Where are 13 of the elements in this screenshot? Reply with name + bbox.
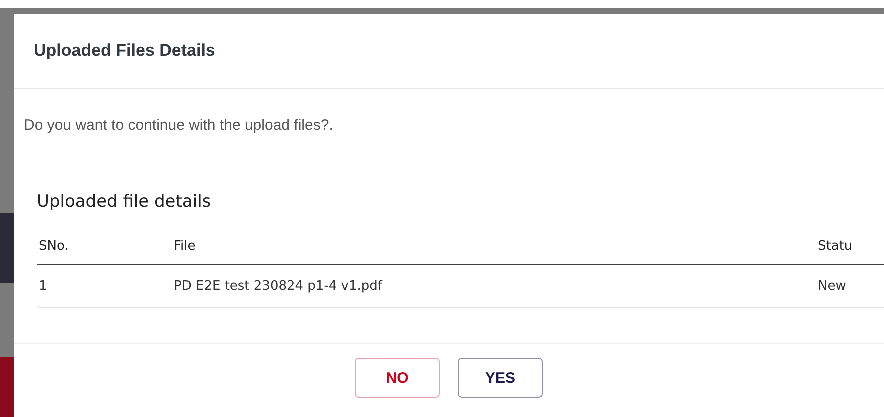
no-button[interactable]: NO (355, 358, 440, 398)
column-header: File (173, 238, 197, 254)
yes-button[interactable]: YES (458, 358, 543, 398)
confirmation-message: Do you want to continue with the upload files?. (24, 117, 334, 134)
table-cell-text: New (817, 278, 848, 294)
dialog-title: Uploaded Files Details (34, 41, 216, 61)
section-title: Uploaded file details (37, 192, 212, 212)
page-background (0, 213, 14, 283)
column-header: Statu (817, 238, 854, 254)
page-background (0, 357, 14, 417)
table-cell-text: 1 (38, 278, 48, 294)
table-cell-text: PD E2E test 230824 p1-4 v1.pdf (173, 278, 384, 294)
column-header: SNo. (38, 238, 70, 254)
